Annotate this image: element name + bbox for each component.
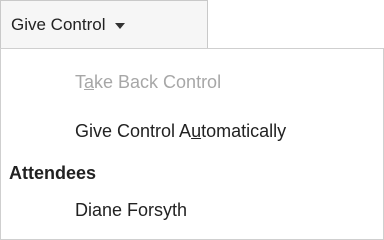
take-back-control-part-1: T	[75, 72, 84, 92]
give-control-automatically-part-3: tomatically	[201, 121, 287, 141]
take-back-control-item[interactable]: Take Back Control	[75, 72, 221, 93]
give-control-dropdown[interactable]: Give Control	[0, 0, 208, 49]
control-panel: Give Control Take Back Control Give Cont…	[0, 0, 384, 240]
give-control-automatically-item[interactable]: Give Control Automatically	[75, 121, 286, 142]
caret-down-icon	[115, 22, 126, 29]
give-control-menu: Take Back Control Give Control Automatic…	[0, 48, 384, 240]
take-back-control-access-key: a	[84, 72, 95, 92]
give-control-automatically-part-1: Give Control A	[75, 121, 192, 141]
give-control-label: Give Control	[11, 14, 106, 34]
attendee-diane-forsyth[interactable]: Diane Forsyth	[75, 200, 187, 221]
take-back-control-part-3: ke Back Control	[94, 72, 222, 92]
attendees-heading: Attendees	[9, 163, 97, 183]
give-control-automatically-access-key: u	[191, 121, 202, 141]
